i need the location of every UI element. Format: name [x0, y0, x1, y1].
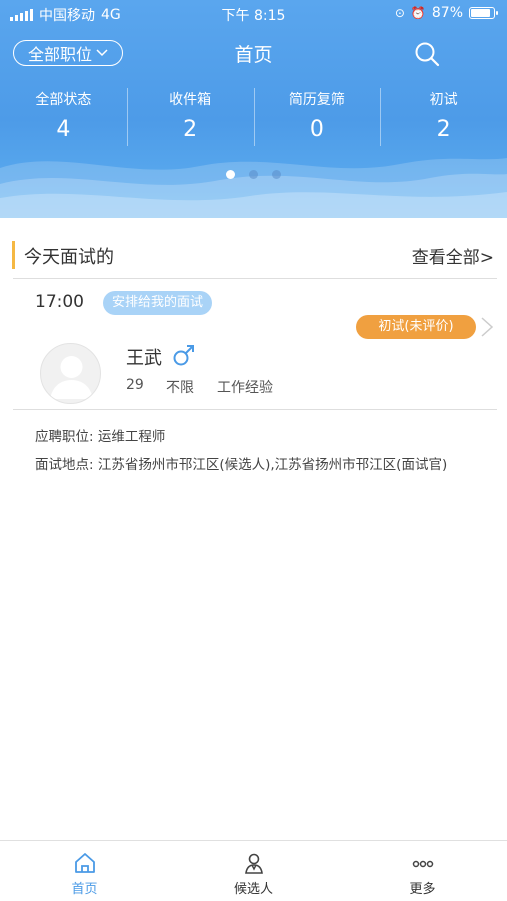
- chevron-down-icon: [96, 49, 108, 57]
- rotation-lock-icon: ⊙: [394, 6, 405, 20]
- position-filter-dropdown[interactable]: 全部职位: [13, 40, 123, 66]
- divider: [13, 409, 497, 410]
- candidate-name: 王武: [126, 348, 162, 369]
- stat-label: 收件箱: [169, 92, 212, 108]
- tab-more[interactable]: 更多: [338, 841, 507, 901]
- chevron-right-icon[interactable]: [480, 316, 494, 338]
- more-icon: [412, 860, 433, 868]
- page-dot[interactable]: [272, 170, 281, 179]
- location-value: 江苏省扬州市邗江区(候选人),江苏省扬州市邗江区(面试官): [97, 457, 448, 473]
- location-row: 面试地点: 江苏省扬州市邗江区(候选人),江苏省扬州市邗江区(面试官): [35, 453, 447, 473]
- search-icon[interactable]: [413, 40, 441, 68]
- location-label: 面试地点:: [35, 457, 94, 473]
- today-interviews-header: 今天面试的 查看全部>: [0, 237, 507, 277]
- position-value: 运维工程师: [97, 429, 166, 445]
- stat-count: 2: [436, 117, 451, 142]
- avatar: [40, 343, 101, 404]
- stat-label: 简历复筛: [288, 92, 345, 108]
- candidate-experience: 工作经验: [217, 380, 273, 396]
- stat-inbox[interactable]: 收件箱 2: [126, 86, 254, 150]
- status-stats: 全部状态 4 收件箱 2 简历复筛 0 初试 2: [0, 86, 507, 150]
- stat-label: 初试: [429, 92, 458, 108]
- tab-label: 更多: [409, 882, 436, 897]
- stat-count: 4: [56, 117, 71, 142]
- status-bar: 中国移动 4G 下午 8:15 ⊙ ⏰ 87%: [0, 0, 507, 28]
- position-row: 应聘职位: 运维工程师: [35, 425, 165, 445]
- stat-first-interview[interactable]: 初试 2: [380, 86, 507, 150]
- interview-time: 17:00: [35, 292, 84, 312]
- stage-badge[interactable]: 初试(未评价): [356, 315, 476, 339]
- view-all-link[interactable]: 查看全部>: [412, 243, 494, 268]
- divider: [13, 278, 497, 279]
- candidate-icon: [244, 853, 263, 874]
- tab-home[interactable]: 首页: [0, 841, 169, 901]
- position-filter-label: 全部职位: [27, 45, 92, 64]
- default-avatar-icon: [50, 356, 93, 399]
- home-icon: [74, 853, 95, 873]
- stat-label: 全部状态: [35, 92, 92, 108]
- tab-label: 候选人: [233, 882, 273, 897]
- battery-icon: [469, 7, 498, 19]
- section-accent-bar: [12, 241, 15, 269]
- home-header: 中国移动 4G 下午 8:15 ⊙ ⏰ 87% 全部职位 首页 全部状态 4 收…: [0, 0, 507, 218]
- battery-percent: 87%: [431, 5, 463, 21]
- alarm-icon: ⏰: [410, 6, 426, 20]
- tab-candidates[interactable]: 候选人: [169, 841, 338, 901]
- page-indicator: [0, 170, 507, 179]
- stat-resume-rescreen[interactable]: 简历复筛 0: [253, 86, 381, 150]
- male-icon: [173, 345, 194, 366]
- tab-label: 首页: [71, 882, 98, 897]
- stat-count: 2: [183, 117, 198, 142]
- wave-decoration: [0, 158, 507, 218]
- candidate-education: 不限: [166, 380, 194, 396]
- page-dot-active[interactable]: [226, 170, 235, 179]
- assigned-tag: 安排给我的面试: [103, 291, 213, 315]
- stat-count: 0: [309, 117, 324, 142]
- stat-all-status[interactable]: 全部状态 4: [0, 86, 127, 150]
- candidate-meta: 29 不限 工作经验: [126, 377, 273, 397]
- bottom-tab-bar: 首页 候选人 更多: [0, 840, 507, 901]
- section-title: 今天面试的: [24, 247, 114, 268]
- candidate-age: 29: [126, 377, 144, 393]
- page-dot[interactable]: [249, 170, 258, 179]
- position-label: 应聘职位:: [35, 429, 94, 445]
